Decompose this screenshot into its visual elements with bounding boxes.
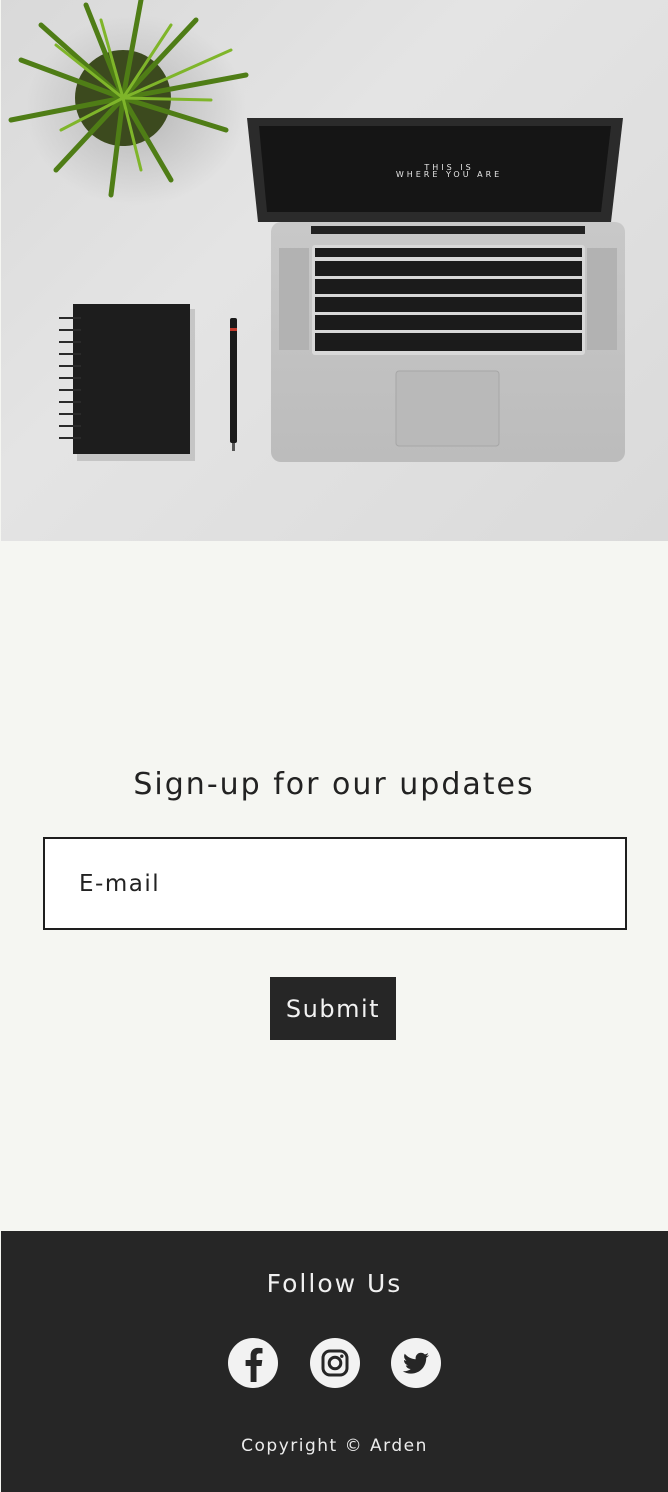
pen-illustration xyxy=(230,318,237,451)
instagram-icon xyxy=(310,1338,360,1388)
hero-image: THIS IS WHERE YOU ARE xyxy=(1,0,668,541)
submit-button[interactable]: Submit xyxy=(270,977,396,1040)
copyright-text: Copyright © Arden xyxy=(241,1436,428,1456)
twitter-icon xyxy=(391,1338,441,1388)
footer: Follow Us Copyright © Arden xyxy=(1,1231,668,1492)
twitter-link[interactable] xyxy=(391,1338,441,1388)
instagram-link[interactable] xyxy=(310,1338,360,1388)
email-field[interactable] xyxy=(45,839,625,928)
signup-section: Sign-up for our updates Submit xyxy=(0,541,668,1231)
laptop-illustration: THIS IS WHERE YOU ARE xyxy=(247,118,625,462)
desk-photo: THIS IS WHERE YOU ARE xyxy=(8,0,625,462)
signup-title: Sign-up for our updates xyxy=(133,767,535,802)
facebook-link[interactable] xyxy=(228,1338,278,1388)
notebook-illustration xyxy=(59,304,195,461)
follow-us-title: Follow Us xyxy=(266,1269,403,1298)
plant-illustration xyxy=(8,0,249,205)
email-field-container xyxy=(43,837,627,930)
svg-text:WHERE YOU ARE: WHERE YOU ARE xyxy=(396,170,502,179)
facebook-icon xyxy=(228,1338,278,1388)
